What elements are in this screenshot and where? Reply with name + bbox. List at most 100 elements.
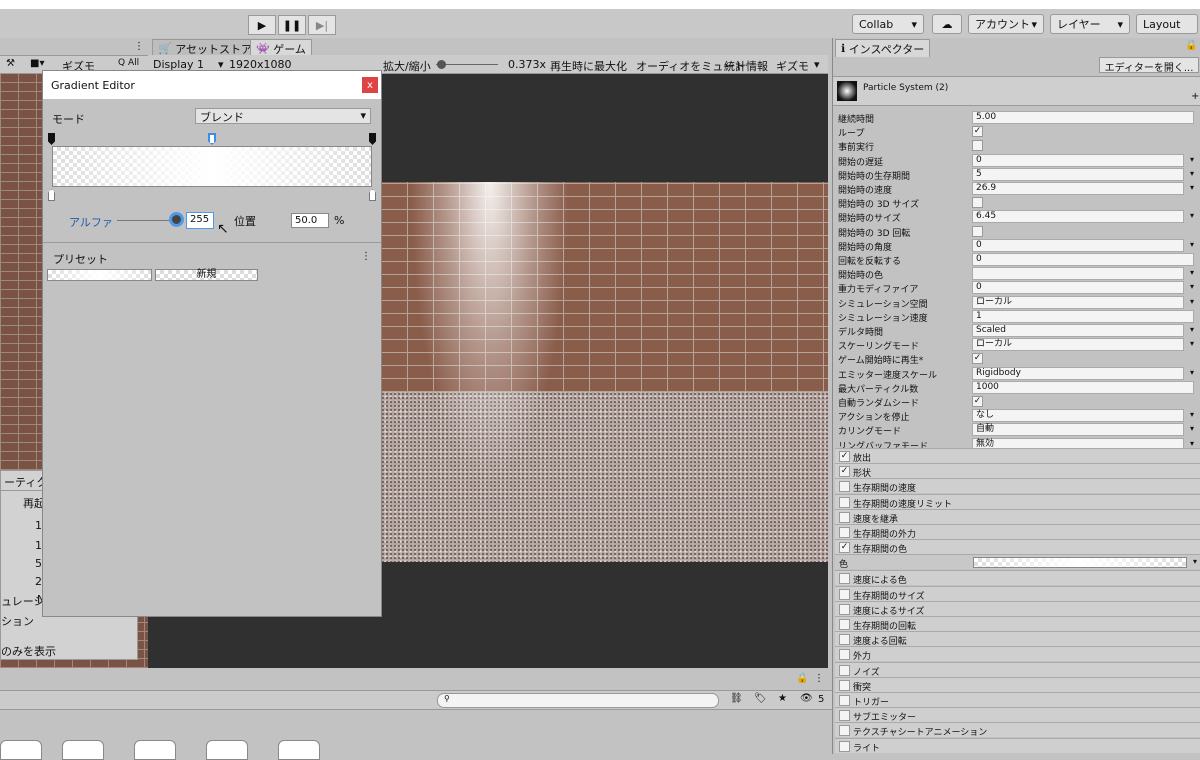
module-checkbox[interactable] <box>839 511 850 523</box>
property-checkbox[interactable]: ✓ <box>972 353 983 365</box>
color-key-left[interactable] <box>48 189 55 201</box>
property-field[interactable]: なし <box>972 409 1184 423</box>
property-field[interactable]: Rigidbody <box>972 366 1184 380</box>
module-row[interactable]: 生存期間の速度リミット <box>835 493 1200 510</box>
module-checkbox[interactable] <box>839 603 850 615</box>
module-checkbox[interactable] <box>839 496 850 508</box>
tag-icon[interactable]: 🏷 <box>754 693 767 704</box>
module-checkbox[interactable] <box>839 649 850 661</box>
alpha-key-left[interactable] <box>48 133 55 145</box>
module-checkbox[interactable] <box>839 619 850 630</box>
color-key-right[interactable] <box>369 189 376 201</box>
module-checkbox[interactable]: ✓ <box>839 542 850 554</box>
camera-icon[interactable]: ■▾ <box>30 58 44 69</box>
property-field[interactable]: 0 <box>972 238 1184 252</box>
property-field[interactable]: 1 <box>972 309 1194 323</box>
curve-dropdown-icon[interactable]: ▾ <box>1190 282 1194 291</box>
search-input[interactable]: ⚲ <box>437 693 719 708</box>
menu-icon[interactable]: ⋮ <box>814 673 824 684</box>
file-thumbnail[interactable] <box>278 740 320 760</box>
curve-dropdown-icon[interactable]: ▾ <box>1190 325 1194 334</box>
property-field[interactable]: 自動 <box>972 423 1184 437</box>
alpha-slider-thumb[interactable] <box>169 212 184 227</box>
module-checkbox[interactable]: ✓ <box>839 451 850 462</box>
cloud-icon[interactable]: ☁ <box>932 14 962 34</box>
module-row[interactable]: 速度を継承 <box>835 508 1200 525</box>
collab-button[interactable]: Collab ▾ <box>852 14 924 34</box>
module-checkbox[interactable] <box>839 740 850 752</box>
module-checkbox[interactable] <box>839 527 850 538</box>
property-checkbox[interactable] <box>972 140 983 152</box>
property-field[interactable]: 5 <box>972 167 1184 181</box>
stats-toggle[interactable]: 統計情報 <box>724 58 768 74</box>
curve-dropdown-icon[interactable]: ▾ <box>1190 339 1194 348</box>
module-row[interactable]: ✓ 形状 <box>835 463 1200 479</box>
curve-dropdown-icon[interactable]: ▾ <box>1190 169 1194 178</box>
account-dropdown[interactable]: アカウント ▾ <box>968 14 1044 34</box>
module-row[interactable]: 衝突 <box>835 676 1200 693</box>
module-checkbox[interactable] <box>839 710 850 722</box>
pause-button[interactable]: ❚❚ <box>278 15 306 35</box>
file-thumbnail[interactable] <box>134 740 176 760</box>
curve-dropdown-icon[interactable]: ▾ <box>1190 439 1194 448</box>
curve-dropdown-icon[interactable]: ▾ <box>1190 424 1194 433</box>
search-all[interactable]: Q All <box>118 58 139 68</box>
tools-icon[interactable]: ⚒ <box>6 58 15 69</box>
curve-dropdown-icon[interactable]: ▾ <box>1190 297 1194 306</box>
step-button[interactable]: ▶| <box>308 15 336 35</box>
module-row[interactable]: テクスチャシートアニメーション <box>835 722 1200 738</box>
module-row[interactable]: 生存期間の回転 <box>835 616 1200 632</box>
module-row[interactable]: ✓ 放出 <box>835 448 1200 464</box>
chevron-down-icon[interactable]: ▾ <box>1193 557 1197 566</box>
property-checkbox[interactable] <box>972 225 983 237</box>
alpha-key-right[interactable] <box>369 133 376 145</box>
property-field[interactable]: 0 <box>972 281 1184 295</box>
property-field[interactable]: 0 <box>972 153 1184 167</box>
preset-menu-icon[interactable]: ⋮ <box>361 251 371 262</box>
property-field[interactable]: ローカル <box>972 338 1184 352</box>
module-row[interactable]: 生存期間のサイズ <box>835 585 1200 602</box>
property-checkbox[interactable] <box>972 197 983 209</box>
alpha-input[interactable]: 255 <box>186 212 214 229</box>
module-row[interactable]: 生存期間の速度 <box>835 478 1200 494</box>
module-checkbox[interactable] <box>839 588 850 600</box>
curve-dropdown-icon[interactable]: ▾ <box>1190 155 1194 164</box>
alpha-slider[interactable] <box>117 220 177 221</box>
module-row[interactable]: 外力 <box>835 646 1200 662</box>
play-button[interactable]: ▶ <box>248 15 276 35</box>
module-checkbox[interactable] <box>839 573 850 585</box>
file-thumbnail[interactable] <box>206 740 248 760</box>
module-row[interactable]: 速度によるサイズ <box>835 600 1200 617</box>
preset-swatch[interactable] <box>47 269 152 281</box>
module-checkbox[interactable]: ✓ <box>839 466 850 478</box>
curve-dropdown-icon[interactable]: ▾ <box>1190 211 1194 220</box>
module-row[interactable]: ノイズ <box>835 661 1200 678</box>
open-editor-button[interactable]: エディターを開く... <box>1099 57 1199 74</box>
lock-icon[interactable]: 🔒 <box>796 673 808 684</box>
module-checkbox[interactable] <box>839 634 850 646</box>
label-filter-icon[interactable]: ⛓ <box>730 693 743 704</box>
lock-icon[interactable]: 🔒 <box>1185 40 1197 51</box>
module-checkbox[interactable] <box>839 725 850 737</box>
module-row[interactable]: 速度による色 <box>835 570 1200 586</box>
property-field[interactable]: Scaled <box>972 324 1184 337</box>
gizmos-dropdown[interactable]: ギズモ <box>776 58 809 74</box>
layout-dropdown[interactable]: Layout <box>1136 14 1198 34</box>
curve-dropdown-icon[interactable]: ▾ <box>1190 410 1194 419</box>
star-icon[interactable]: ★ <box>778 693 787 704</box>
add-icon[interactable]: + <box>1191 91 1199 102</box>
gradient-editor-titlebar[interactable]: Gradient Editor <box>43 71 381 99</box>
property-field[interactable] <box>972 267 1184 281</box>
menu-icon[interactable]: ⋮ <box>134 41 144 52</box>
file-thumbnail[interactable] <box>0 740 42 760</box>
curve-dropdown-icon[interactable]: ▾ <box>1190 368 1194 377</box>
alpha-key-selected[interactable] <box>208 133 216 145</box>
property-field[interactable]: ローカル <box>972 295 1184 309</box>
module-checkbox[interactable] <box>839 695 850 706</box>
module-row[interactable]: サブエミッター <box>835 707 1200 723</box>
property-checkbox[interactable]: ✓ <box>972 396 983 407</box>
module-checkbox[interactable] <box>839 679 850 691</box>
property-field[interactable]: 1000 <box>972 380 1194 394</box>
color-gradient-field[interactable] <box>973 557 1187 569</box>
curve-dropdown-icon[interactable]: ▾ <box>1190 268 1194 277</box>
